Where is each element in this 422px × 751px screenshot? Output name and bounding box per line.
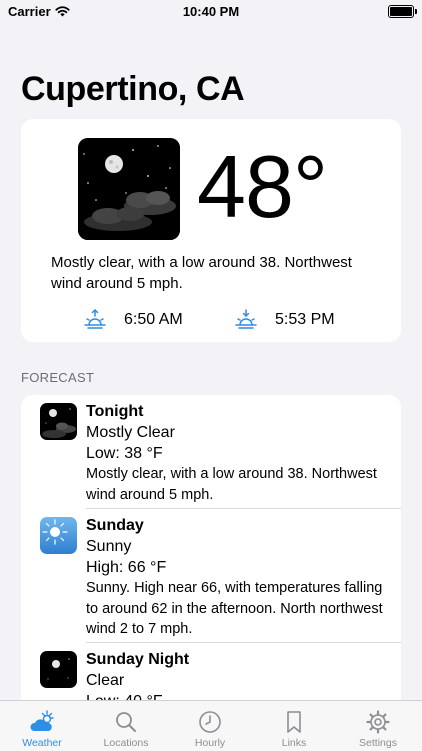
tab-label: Locations <box>103 737 149 749</box>
gear-icon <box>366 710 390 734</box>
sunrise-icon <box>84 309 106 329</box>
current-temperature: 48° <box>197 137 328 236</box>
moon-clouds-icon <box>78 138 180 240</box>
tab-links[interactable]: Links <box>252 701 336 751</box>
moon-icon <box>40 651 77 688</box>
forecast-description: Mostly clear, with a low around 38. Nort… <box>86 466 377 503</box>
tab-settings[interactable]: Settings <box>336 701 420 751</box>
forecast-description: Sunny. High near 66, with temperatures f… <box>86 580 383 637</box>
battery-icon <box>388 5 417 18</box>
forecast-header: FORECAST <box>21 370 95 385</box>
sunset-time: 5:53 PM <box>275 311 335 328</box>
weather-icon <box>30 710 54 731</box>
forecast-list: Tonight Mostly Clear Low: 38 °F Mostly c… <box>21 395 401 705</box>
tab-label: Links <box>281 737 307 749</box>
bookmark-icon <box>287 711 301 733</box>
tab-bar: Weather Locations Hourly Links Settings <box>0 700 422 751</box>
sun-times: 6:50 AM 5:53 PM <box>21 309 401 335</box>
status-time: 10:40 PM <box>182 4 240 19</box>
forecast-temperature: Low: 38 °F <box>86 445 163 462</box>
forecast-item-sunday[interactable]: Sunday Sunny High: 66 °F Sunny. High nea… <box>21 509 401 642</box>
moon-clouds-icon <box>40 403 77 440</box>
tab-label: Hourly <box>194 737 226 749</box>
forecast-name: Sunday <box>86 517 144 534</box>
tab-label: Settings <box>359 737 397 749</box>
forecast-condition: Mostly Clear <box>86 424 175 441</box>
forecast-item-sunday-night[interactable]: Sunday Night Clear Low: 40 °F <box>21 643 401 705</box>
clock-icon <box>199 711 221 733</box>
forecast-item-tonight[interactable]: Tonight Mostly Clear Low: 38 °F Mostly c… <box>21 395 401 508</box>
status-bar: Carrier 10:40 PM <box>0 0 422 24</box>
tab-label: Weather <box>22 737 62 749</box>
forecast-condition: Sunny <box>86 538 132 555</box>
current-conditions-card: 48° Mostly clear, with a low around 38. … <box>21 119 401 342</box>
forecast-temperature: High: 66 °F <box>86 559 167 576</box>
tab-locations[interactable]: Locations <box>84 701 168 751</box>
forecast-name: Sunday Night <box>86 651 190 668</box>
forecast-condition: Clear <box>86 672 125 689</box>
sun-icon <box>40 517 77 554</box>
sunrise-time: 6:50 AM <box>124 311 183 328</box>
tab-hourly[interactable]: Hourly <box>168 701 252 751</box>
search-icon <box>116 712 136 732</box>
current-description: Mostly clear, with a low around 38. Nort… <box>51 254 352 292</box>
tab-weather[interactable]: Weather <box>0 701 84 751</box>
sunset-icon <box>235 309 257 329</box>
forecast-name: Tonight <box>86 403 144 420</box>
page-title: Cupertino, CA <box>21 70 245 108</box>
